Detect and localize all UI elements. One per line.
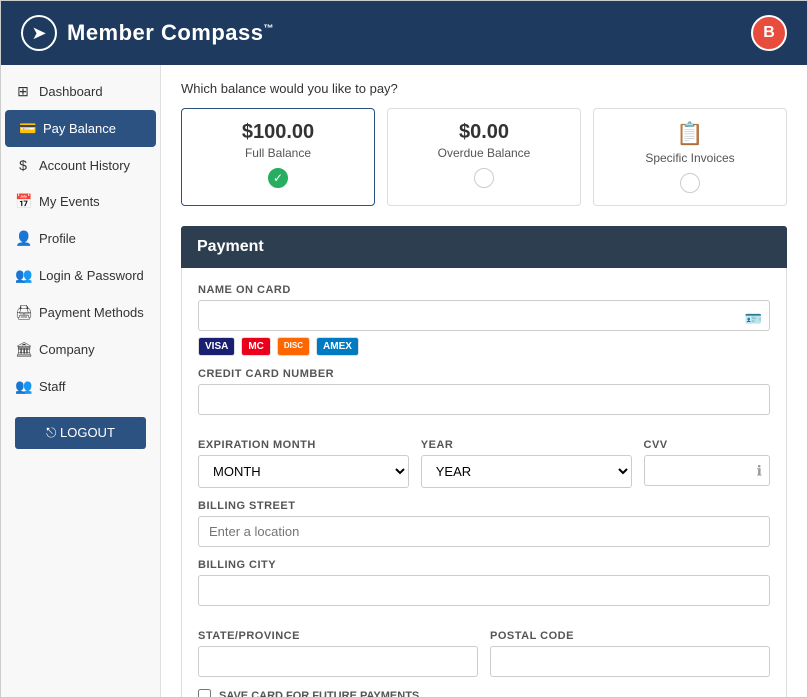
sidebar-item-pay-balance-label: Pay Balance	[43, 121, 116, 136]
sidebar-item-profile[interactable]: 👤 Profile	[1, 220, 160, 257]
full-balance-amount: $100.00	[194, 121, 362, 144]
mastercard-icon: MC	[241, 337, 271, 356]
name-on-card-label: NAME ON CARD	[198, 284, 770, 296]
app-title: Member Compass™	[67, 20, 274, 46]
sidebar-item-my-events-label: My Events	[39, 194, 100, 209]
specific-balance-label: Specific Invoices	[606, 151, 774, 165]
card-icons: VISA MC DISC AMEX	[198, 337, 770, 356]
header-left: ➤ Member Compass™	[21, 15, 274, 51]
company-icon: 🏛	[15, 341, 31, 358]
cvv-info-icon: ℹ	[757, 462, 762, 479]
cvv-group: CVV ℹ	[644, 439, 770, 488]
cvv-input[interactable]	[644, 455, 770, 486]
postal-label: POSTAL CODE	[490, 630, 770, 642]
sidebar-item-company[interactable]: 🏛 Company	[1, 331, 160, 368]
sidebar-item-staff[interactable]: 👥 Staff	[1, 368, 160, 405]
dashboard-icon: ⊞	[15, 83, 31, 100]
balance-specific[interactable]: 📋 Specific Invoices	[593, 108, 787, 206]
name-on-card-group: NAME ON CARD 🪪 VISA MC DISC AMEX	[198, 284, 770, 356]
checkboxes-area: SAVE CARD FOR FUTURE PAYMENTS ↘ AUTO-PAY…	[198, 689, 770, 697]
balance-question: Which balance would you like to pay?	[181, 81, 787, 96]
sidebar-item-login-label: Login & Password	[39, 268, 144, 283]
credit-card-group: CREDIT CARD NUMBER	[198, 368, 770, 427]
payment-header: Payment	[181, 226, 787, 268]
full-balance-label: Full Balance	[194, 146, 362, 160]
name-input-wrapper: 🪪	[198, 300, 770, 337]
invoice-icon: 📋	[606, 121, 774, 147]
postal-group: POSTAL CODE	[490, 630, 770, 677]
discover-icon: DISC	[277, 337, 310, 356]
sidebar-item-dashboard[interactable]: ⊞ Dashboard	[1, 73, 160, 110]
state-label: STATE/PROVINCE	[198, 630, 478, 642]
body: ⊞ Dashboard 💳 Pay Balance $ Account Hist…	[1, 65, 807, 697]
user-badge[interactable]: B	[751, 15, 787, 51]
cvv-wrapper: ℹ	[644, 455, 770, 486]
header: ➤ Member Compass™ B	[1, 1, 807, 65]
sidebar-item-payment-methods-label: Payment Methods	[39, 305, 144, 320]
account-history-icon: $	[15, 157, 31, 173]
cvv-label: CVV	[644, 439, 770, 451]
state-group: STATE/PROVINCE	[198, 630, 478, 677]
expiry-row: EXPIRATION MONTH MONTH YEAR YEAR CVV	[198, 439, 770, 488]
overdue-balance-indicator	[474, 168, 494, 188]
billing-city-input[interactable]	[198, 575, 770, 606]
full-balance-indicator: ✓	[268, 168, 288, 188]
login-icon: 👥	[15, 267, 31, 284]
billing-city-label: BILLING CITY	[198, 559, 770, 571]
profile-icon: 👤	[15, 230, 31, 247]
expiry-month-label: EXPIRATION MONTH	[198, 439, 409, 451]
balance-options: $100.00 Full Balance ✓ $0.00 Overdue Bal…	[181, 108, 787, 206]
billing-street-input[interactable]	[198, 516, 770, 547]
sidebar-item-profile-label: Profile	[39, 231, 76, 246]
staff-icon: 👥	[15, 378, 31, 395]
sidebar-item-login-password[interactable]: 👥 Login & Password	[1, 257, 160, 294]
overdue-balance-label: Overdue Balance	[400, 146, 568, 160]
compass-icon: ➤	[21, 15, 57, 51]
sidebar-item-pay-balance[interactable]: 💳 Pay Balance	[5, 110, 156, 147]
balance-overdue[interactable]: $0.00 Overdue Balance	[387, 108, 581, 206]
save-card-label: SAVE CARD FOR FUTURE PAYMENTS	[219, 690, 419, 698]
expiry-year-group: YEAR YEAR	[421, 439, 632, 488]
save-card-row: SAVE CARD FOR FUTURE PAYMENTS	[198, 689, 770, 697]
sidebar-item-account-history-label: Account History	[39, 158, 130, 173]
expiry-month-group: EXPIRATION MONTH MONTH	[198, 439, 409, 488]
balance-full[interactable]: $100.00 Full Balance ✓	[181, 108, 375, 206]
expiry-year-select[interactable]: YEAR	[421, 455, 632, 488]
events-icon: 📅	[15, 193, 31, 210]
credit-card-label: CREDIT CARD NUMBER	[198, 368, 770, 380]
billing-street-label: BILLING STREET	[198, 500, 770, 512]
visa-icon: VISA	[198, 337, 235, 356]
main-content: Which balance would you like to pay? $10…	[161, 65, 807, 697]
pay-balance-icon: 💳	[19, 120, 35, 137]
state-input[interactable]	[198, 646, 478, 677]
amex-icon: AMEX	[316, 337, 359, 356]
expiry-year-label: YEAR	[421, 439, 632, 451]
sidebar-item-my-events[interactable]: 📅 My Events	[1, 183, 160, 220]
billing-street-group: BILLING STREET	[198, 500, 770, 547]
card-field-icon: 🪪	[745, 310, 762, 327]
expiry-month-select[interactable]: MONTH	[198, 455, 409, 488]
sidebar-item-payment-methods[interactable]: 🖨 Payment Methods	[1, 294, 160, 331]
billing-city-group: BILLING CITY	[198, 559, 770, 618]
specific-balance-indicator	[680, 173, 700, 193]
sidebar-item-dashboard-label: Dashboard	[39, 84, 103, 99]
sidebar-item-staff-label: Staff	[39, 379, 66, 394]
logout-button[interactable]: ⎋ LOGOUT	[15, 417, 146, 449]
name-on-card-input[interactable]	[198, 300, 770, 331]
sidebar: ⊞ Dashboard 💳 Pay Balance $ Account Hist…	[1, 65, 161, 697]
payment-methods-icon: 🖨	[15, 304, 31, 321]
save-card-checkbox[interactable]	[198, 689, 211, 697]
sidebar-item-company-label: Company	[39, 342, 95, 357]
postal-input[interactable]	[490, 646, 770, 677]
sidebar-item-account-history[interactable]: $ Account History	[1, 147, 160, 183]
state-postal-row: STATE/PROVINCE POSTAL CODE	[198, 630, 770, 677]
credit-card-input[interactable]	[198, 384, 770, 415]
overdue-balance-amount: $0.00	[400, 121, 568, 144]
payment-body: NAME ON CARD 🪪 VISA MC DISC AMEX CREDIT …	[181, 268, 787, 697]
